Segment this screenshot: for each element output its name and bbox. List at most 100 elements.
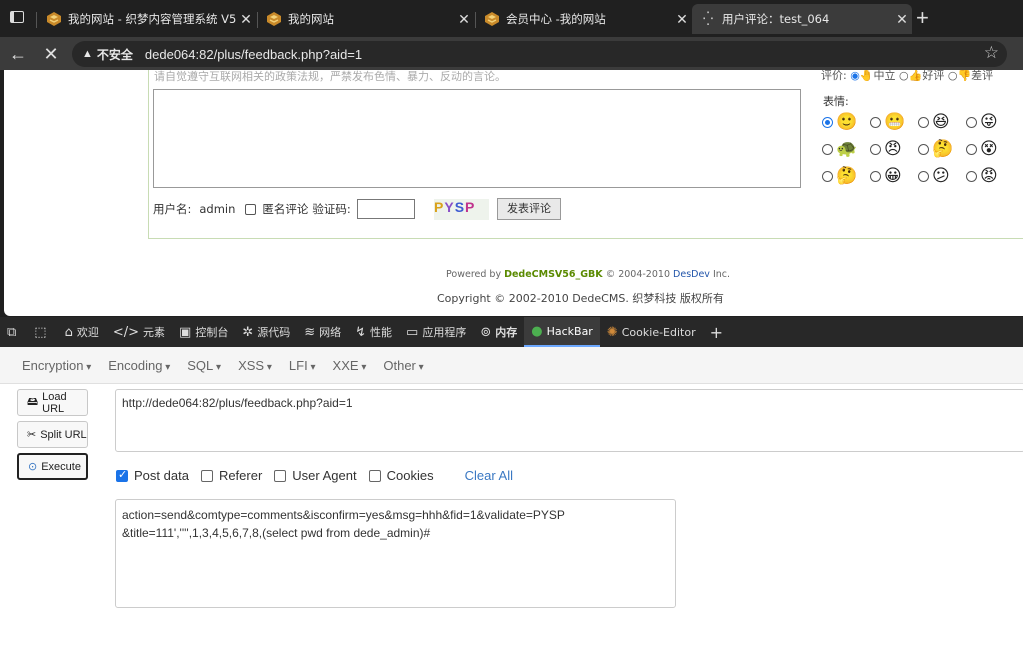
security-label[interactable]: 不安全 <box>97 46 133 63</box>
powered-suffix: Inc. <box>712 269 731 280</box>
more-tools-button[interactable]: + <box>703 317 730 347</box>
post-data-textarea[interactable]: action=send&comtype=comments&isconfirm=y… <box>115 499 676 608</box>
copyright-text: Copyright © 2002-2010 DedeCMS. 织梦科技 版权所有 <box>437 292 724 305</box>
laugh-face-icon: 😆 <box>932 112 950 131</box>
devtools-tab-cookie-editor[interactable]: ✺ Cookie-Editor <box>600 317 703 347</box>
face-option[interactable]: 😬 <box>870 111 914 133</box>
face-label: 表情: <box>823 95 849 108</box>
happy-face-icon: 😀 <box>884 166 902 185</box>
split-url-button[interactable]: ✂ Split URL <box>17 421 88 448</box>
menu-encoding[interactable]: Encoding <box>108 358 170 373</box>
sad-face-icon: 😕 <box>932 166 950 185</box>
face-radio[interactable] <box>918 170 929 182</box>
face-option[interactable]: 😵 <box>966 138 1010 160</box>
face-option[interactable]: 😆 <box>918 111 962 133</box>
address-bar[interactable]: ▲ 不安全 dede064:82/plus/feedback.php?aid=1… <box>72 41 1007 67</box>
referer-checkbox[interactable] <box>200 469 213 482</box>
face-option[interactable]: 😀 <box>870 165 914 187</box>
face-radio[interactable] <box>918 116 929 128</box>
menu-other[interactable]: Other <box>383 358 423 373</box>
devtools-tab-hackbar[interactable]: ● HackBar <box>524 317 600 347</box>
face-option[interactable]: 🤔 <box>822 165 866 187</box>
grin-face-icon: 😬 <box>884 112 906 131</box>
execute-button[interactable]: ⊙ Execute <box>17 453 88 480</box>
devtools-tab-console[interactable]: ▣ 控制台 <box>172 317 235 347</box>
bookmark-star-icon[interactable]: ☆ <box>984 43 999 63</box>
cookies-checkbox[interactable] <box>368 469 381 482</box>
devtools-tab-application[interactable]: ▭ 应用程序 <box>399 317 473 347</box>
submit-comment-button[interactable]: 发表评论 <box>497 198 561 220</box>
devtools-tab-performance[interactable]: ↯ 性能 <box>348 317 399 347</box>
devtools-tab-network[interactable]: ≋ 网络 <box>297 317 348 347</box>
load-url-button[interactable]: 🖴 Load URL <box>17 389 88 416</box>
window-menu-icon[interactable] <box>10 11 24 23</box>
rating-bad-radio[interactable]: ○ <box>948 70 958 82</box>
captcha-input[interactable] <box>356 199 415 219</box>
close-tab-icon[interactable]: ✕ <box>672 11 692 28</box>
devtools-tab-memory[interactable]: ⊚ 内存 <box>473 317 524 347</box>
face-radio[interactable] <box>822 116 833 128</box>
anonymous-checkbox[interactable] <box>245 203 257 215</box>
face-option[interactable]: 😡 <box>966 165 1010 187</box>
close-tab-icon[interactable]: ✕ <box>454 11 474 28</box>
menu-sql[interactable]: SQL <box>187 358 221 373</box>
post-data-label[interactable]: Post data <box>134 468 189 483</box>
desdev-link[interactable]: DesDev <box>673 269 710 280</box>
post-data-checkbox[interactable] <box>116 468 128 482</box>
close-tab-icon[interactable]: ✕ <box>892 11 912 28</box>
rating-neutral-radio[interactable]: ◉ <box>850 70 860 82</box>
cookies-label[interactable]: Cookies <box>387 468 434 483</box>
devtools-tab-elements[interactable]: </> 元素 <box>106 317 172 347</box>
user-agent-checkbox[interactable] <box>274 469 287 482</box>
new-tab-button[interactable]: + <box>916 5 929 31</box>
face-option[interactable]: 🐢 <box>822 138 866 160</box>
menu-xss[interactable]: XSS <box>238 358 272 373</box>
devtools-tab-welcome[interactable]: ⌂ 欢迎 <box>58 317 106 347</box>
menu-encryption[interactable]: Encryption <box>22 358 91 373</box>
face-option[interactable]: 🙂 <box>822 111 866 133</box>
face-radio[interactable] <box>822 170 833 182</box>
devtools-tab-sources[interactable]: ✲ 源代码 <box>235 317 297 347</box>
device-emulation-icon[interactable]: ⧉ <box>0 317 27 347</box>
warning-icon[interactable]: ▲ <box>82 48 93 60</box>
face-option[interactable]: 😕 <box>918 165 962 187</box>
rating-neutral-label: 中立 <box>873 70 896 82</box>
tab-1[interactable]: 我的网站 - 织梦内容管理系统 V56 ✕ <box>38 4 256 34</box>
inspect-icon[interactable]: ⬚ <box>27 317 57 347</box>
face-radio[interactable] <box>870 170 881 182</box>
stop-loading-icon[interactable]: ✕ <box>40 43 62 65</box>
menu-lfi[interactable]: LFI <box>289 358 316 373</box>
wink-tongue-face-icon: 😜 <box>980 112 998 131</box>
face-radio[interactable] <box>870 116 881 128</box>
url-text[interactable]: dede064:82/plus/feedback.php?aid=1 <box>145 47 362 62</box>
referer-label[interactable]: Referer <box>219 468 262 483</box>
tab-3[interactable]: 会员中心 -我的网站 ✕ <box>476 4 692 34</box>
dedecms-link[interactable]: DedeCMSV56_GBK <box>504 269 603 280</box>
face-option[interactable]: 🤔 <box>918 138 962 160</box>
menu-xxe[interactable]: XXE <box>333 358 367 373</box>
tab-4-active[interactable]: ⁛ 用户评论：test_064 ✕ <box>692 4 912 34</box>
face-radio[interactable] <box>966 170 977 182</box>
back-arrow-icon[interactable]: ← <box>7 43 29 65</box>
comment-textarea[interactable] <box>153 89 801 188</box>
window-icon: ▭ <box>406 324 419 340</box>
shouting-face-icon: 😡 <box>980 166 998 185</box>
tab-divider <box>36 12 37 28</box>
captcha-image[interactable]: PYSP <box>434 199 489 220</box>
address-toolbar: ← ✕ ▲ 不安全 dede064:82/plus/feedback.php?a… <box>0 37 1023 70</box>
url-textarea[interactable]: http://dede064:82/plus/feedback.php?aid=… <box>115 389 1023 452</box>
face-radio[interactable] <box>966 143 977 155</box>
face-radio[interactable] <box>870 143 881 155</box>
face-radio[interactable] <box>822 143 833 155</box>
tab-2[interactable]: 我的网站 ✕ <box>258 4 474 34</box>
dizzy-face-icon: 😵 <box>980 139 998 158</box>
user-agent-label[interactable]: User Agent <box>292 468 356 483</box>
clear-all-link[interactable]: Clear All <box>465 468 513 483</box>
close-tab-icon[interactable]: ✕ <box>236 11 256 28</box>
page-viewport: 请自觉遵守互联网相关的政策法规，严禁发布色情、暴力、反动的言论。 用户名: ad… <box>4 70 1023 316</box>
face-radio[interactable] <box>918 143 929 155</box>
face-option[interactable]: 😜 <box>966 111 1010 133</box>
face-radio[interactable] <box>966 116 977 128</box>
face-option[interactable]: 😠 <box>870 138 914 160</box>
rating-good-radio[interactable]: ○ <box>899 70 909 82</box>
